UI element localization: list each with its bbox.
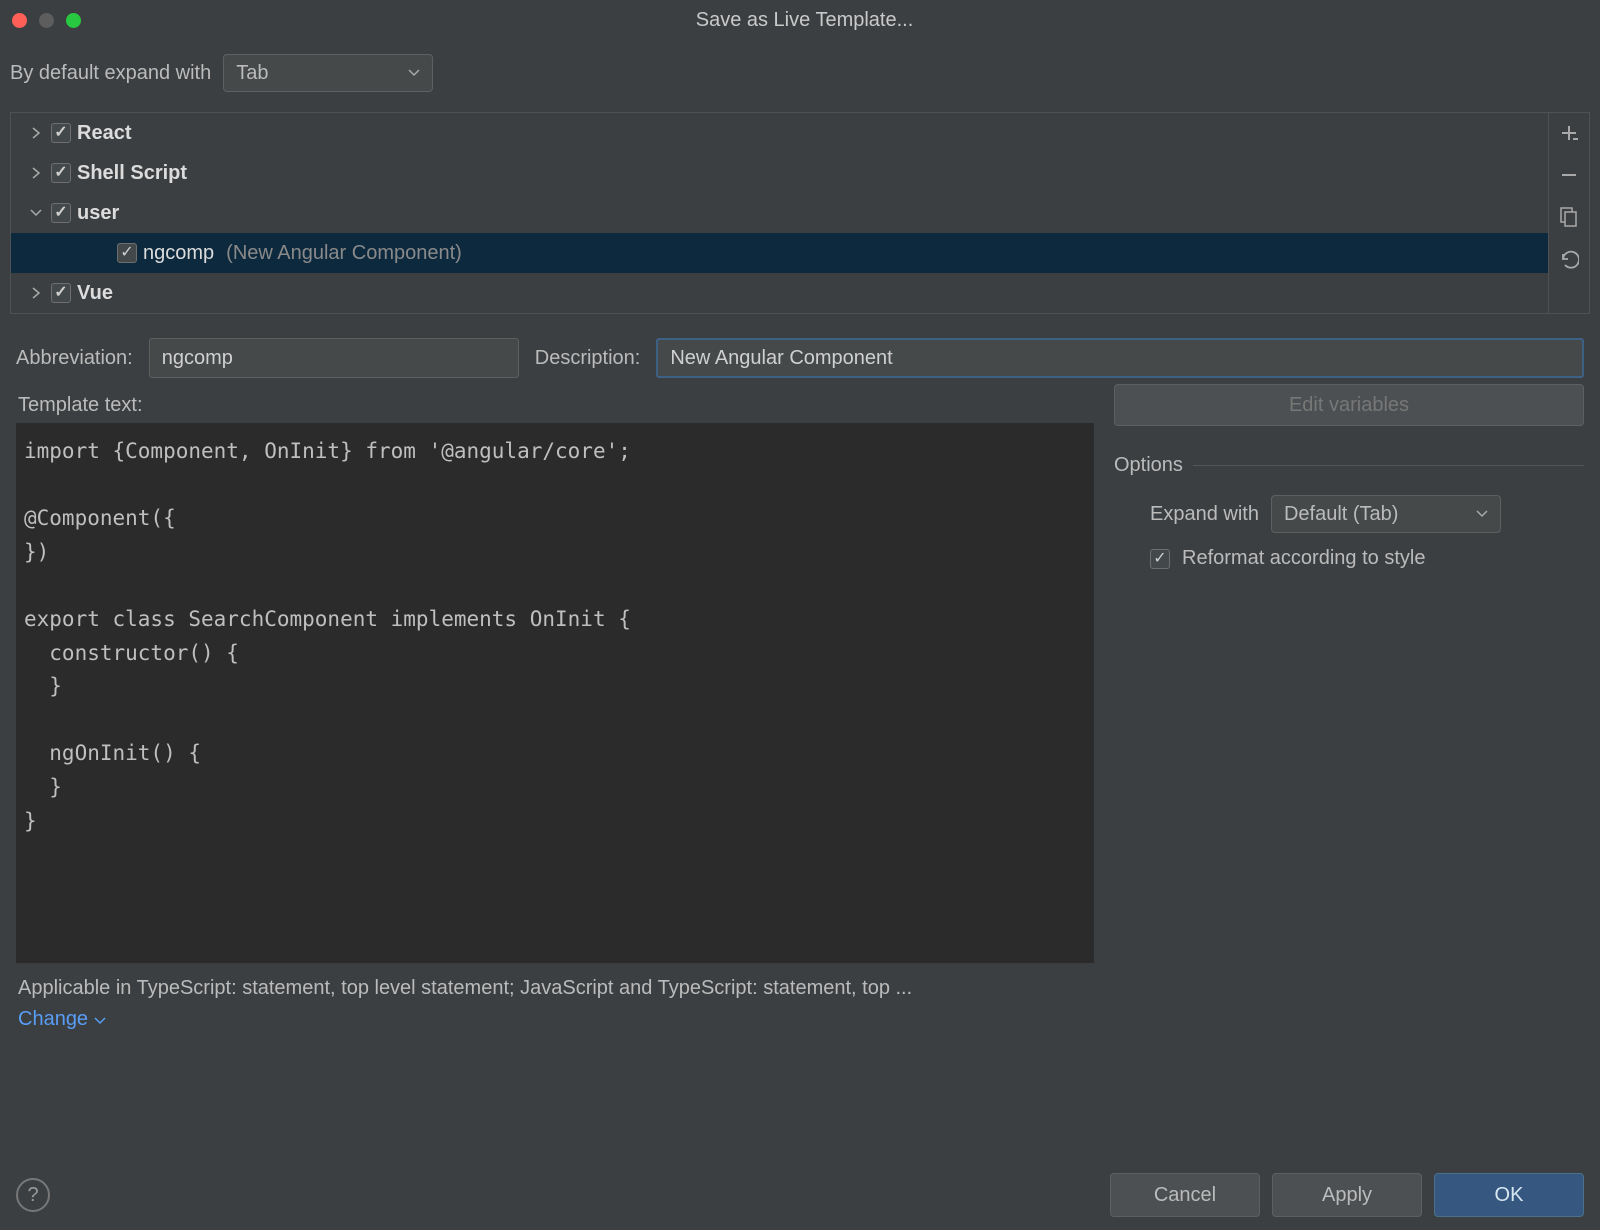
remove-icon[interactable] <box>1557 163 1581 187</box>
tree-item-alt: (New Angular Component) <box>226 242 462 265</box>
cancel-button[interactable]: Cancel <box>1110 1173 1260 1217</box>
chevron-right-icon <box>27 127 45 139</box>
tree-item-label: Shell Script <box>77 162 187 185</box>
chevron-right-icon <box>27 167 45 179</box>
ok-label: OK <box>1495 1184 1524 1207</box>
tree-item-label: ngcomp <box>143 242 214 265</box>
abbrev-desc-row: Abbreviation: Description: <box>0 314 1600 378</box>
description-label: Description: <box>535 347 641 370</box>
tree-checkbox[interactable] <box>51 163 71 183</box>
change-contexts-link[interactable]: Change <box>16 1004 1094 1035</box>
divider <box>1193 465 1584 466</box>
undo-icon[interactable] <box>1557 247 1581 271</box>
tree-checkbox[interactable] <box>117 243 137 263</box>
template-text-editor[interactable]: import {Component, OnInit} from '@angula… <box>16 423 1094 963</box>
applicable-contexts-text: Applicable in TypeScript: statement, top… <box>16 963 1094 1004</box>
abbreviation-input[interactable] <box>149 338 519 378</box>
tree-item-ngcomp[interactable]: ngcomp (New Angular Component) <box>11 233 1548 273</box>
tree-item-react[interactable]: React <box>11 113 1548 153</box>
help-button[interactable]: ? <box>16 1178 50 1212</box>
chevron-down-icon <box>1476 510 1488 518</box>
chevron-right-icon <box>27 287 45 299</box>
chevron-down-icon <box>408 69 420 77</box>
tree-item-label: Vue <box>77 282 113 305</box>
tree-checkbox[interactable] <box>51 283 71 303</box>
editor-area: Template text: import {Component, OnInit… <box>0 378 1600 1035</box>
chevron-down-icon <box>27 209 45 217</box>
tree-item-vue[interactable]: Vue <box>11 273 1548 313</box>
apply-button[interactable]: Apply <box>1272 1173 1422 1217</box>
abbreviation-label: Abbreviation: <box>16 347 133 370</box>
add-icon[interactable] <box>1557 121 1581 145</box>
default-expand-select[interactable]: Tab <box>223 54 433 92</box>
expand-with-select[interactable]: Default (Tab) <box>1271 495 1501 533</box>
default-expand-row: By default expand with Tab <box>0 40 1600 106</box>
description-input[interactable] <box>656 338 1584 378</box>
tree-toolbar <box>1548 112 1590 314</box>
chevron-down-icon <box>94 1008 106 1031</box>
edit-variables-button[interactable]: Edit variables <box>1114 384 1584 426</box>
template-text-label: Template text: <box>18 394 1094 417</box>
cancel-label: Cancel <box>1154 1184 1216 1207</box>
expand-with-value: Default (Tab) <box>1284 503 1399 526</box>
tree-item-label: user <box>77 202 119 225</box>
copy-icon[interactable] <box>1557 205 1581 229</box>
expand-with-row: Expand with Default (Tab) <box>1150 495 1584 533</box>
template-tree[interactable]: React Shell Script user ngcomp (New Angu… <box>10 112 1548 314</box>
apply-label: Apply <box>1322 1184 1372 1207</box>
reformat-row: Reformat according to style <box>1150 547 1584 570</box>
ok-button[interactable]: OK <box>1434 1173 1584 1217</box>
default-expand-value: Tab <box>236 62 268 85</box>
edit-variables-label: Edit variables <box>1289 394 1409 417</box>
tree-checkbox[interactable] <box>51 203 71 223</box>
tree-checkbox[interactable] <box>51 123 71 143</box>
tree-item-user[interactable]: user <box>11 193 1548 233</box>
options-panel: Edit variables Options Expand with Defau… <box>1114 378 1584 1035</box>
window-title: Save as Live Template... <box>21 9 1588 32</box>
expand-with-label: Expand with <box>1150 503 1259 526</box>
reformat-label: Reformat according to style <box>1182 547 1425 570</box>
titlebar: Save as Live Template... <box>0 0 1600 40</box>
tree-item-shell-script[interactable]: Shell Script <box>11 153 1548 193</box>
tree-item-label: React <box>77 122 131 145</box>
options-title-label: Options <box>1114 454 1183 477</box>
reformat-checkbox[interactable] <box>1150 549 1170 569</box>
default-expand-label: By default expand with <box>10 62 211 85</box>
change-link-label: Change <box>18 1008 88 1031</box>
dialog-footer: ? Cancel Apply OK <box>0 1160 1600 1230</box>
template-tree-area: React Shell Script user ngcomp (New Angu… <box>10 112 1590 314</box>
options-title: Options <box>1114 454 1584 477</box>
